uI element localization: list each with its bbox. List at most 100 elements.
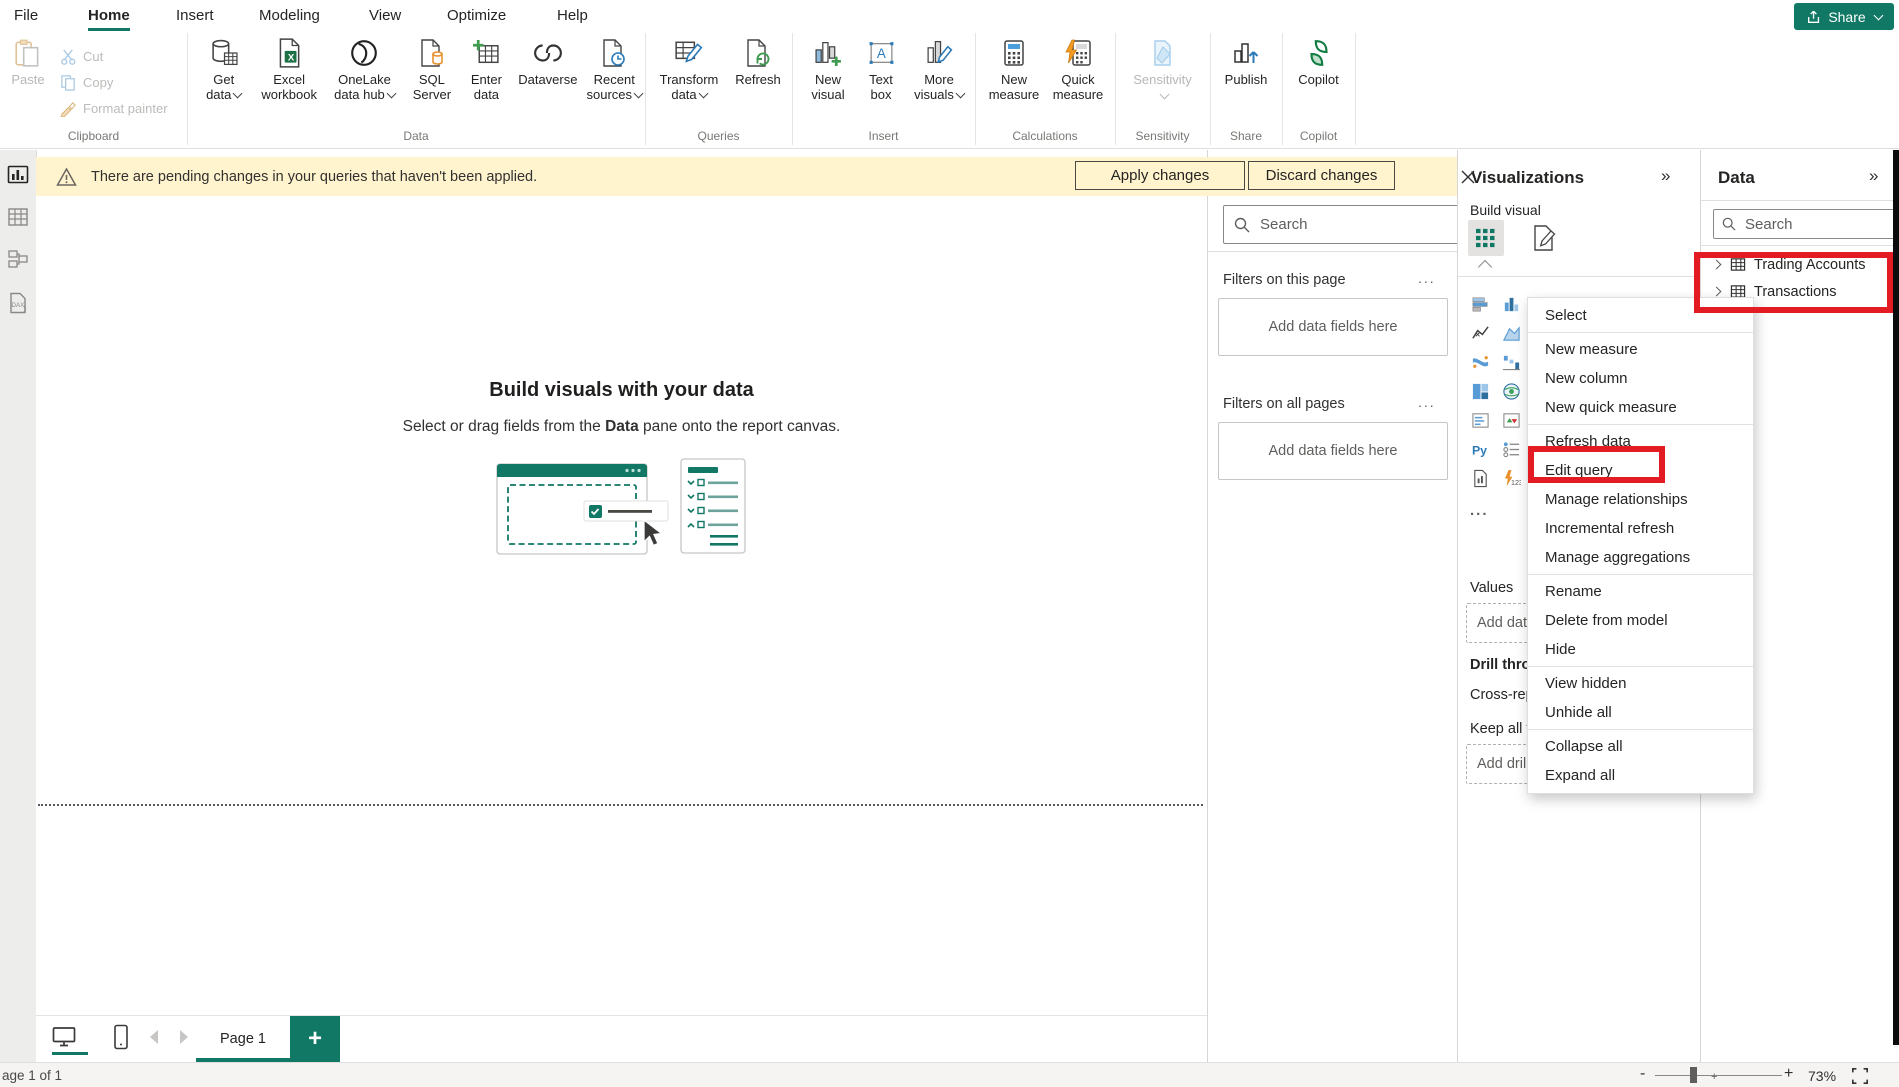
- report-view-icon[interactable]: [7, 164, 29, 186]
- context-menu-item-unhide-all[interactable]: Unhide all: [1528, 698, 1753, 727]
- powerbi-desktop-window: File Home Insert Modeling View Optimize …: [0, 0, 1899, 1087]
- enter-data-label-1: Enter: [471, 72, 502, 87]
- context-menu-item-collapse-all[interactable]: Collapse all: [1528, 732, 1753, 761]
- filters-search-input[interactable]: [1258, 215, 1457, 234]
- quick-measure-button[interactable]: Quick measure: [1045, 33, 1111, 102]
- cut-button[interactable]: Cut: [60, 43, 168, 69]
- chevron-expand-icon[interactable]: [1712, 260, 1722, 270]
- menu-help[interactable]: Help: [557, 7, 588, 24]
- more-options-icon[interactable]: ...: [1418, 270, 1436, 286]
- data-table-row[interactable]: Trading Accounts: [1701, 251, 1894, 278]
- desktop-layout-icon[interactable]: [52, 1026, 76, 1048]
- menu-home[interactable]: Home: [88, 7, 130, 24]
- data-search-input[interactable]: [1743, 215, 1894, 234]
- map-chart-icon[interactable]: [1496, 377, 1527, 406]
- zoom-in-button[interactable]: +: [1784, 1065, 1793, 1083]
- treemap-icon[interactable]: [1465, 377, 1496, 406]
- context-menu-item-new-measure[interactable]: New measure: [1528, 335, 1753, 364]
- table-view-icon[interactable]: [7, 206, 29, 228]
- python-visual-icon[interactable]: Py: [1465, 435, 1496, 464]
- stacked-bar-chart-icon[interactable]: [1465, 290, 1496, 319]
- copy-button[interactable]: Copy: [60, 69, 168, 95]
- banner-message: There are pending changes in your querie…: [91, 169, 537, 185]
- more-visuals-button[interactable]: More visuals: [906, 33, 972, 102]
- svg-text:Py: Py: [1472, 443, 1487, 457]
- context-menu-item-edit-query[interactable]: Edit query: [1528, 456, 1753, 485]
- area-chart-icon[interactable]: [1496, 319, 1527, 348]
- excel-workbook-button[interactable]: X Excel workbook: [252, 33, 325, 102]
- context-menu-item-manage-relationships[interactable]: Manage relationships: [1528, 485, 1753, 514]
- context-menu-item-new-column[interactable]: New column: [1528, 364, 1753, 393]
- ribbon-chart-icon[interactable]: [1465, 348, 1496, 377]
- context-menu-item-hide[interactable]: Hide: [1528, 635, 1753, 664]
- matrix-icon[interactable]: [1465, 406, 1496, 435]
- new-measure-button[interactable]: New measure: [983, 33, 1045, 102]
- discard-changes-button[interactable]: Discard changes: [1248, 161, 1395, 190]
- dax-query-view-icon[interactable]: DAX: [7, 292, 29, 314]
- previous-page-icon[interactable]: [150, 1030, 158, 1044]
- filters-this-page-dropzone[interactable]: Add data fields here: [1218, 298, 1448, 356]
- get-data-button[interactable]: Get data: [195, 33, 252, 102]
- new-visual-button[interactable]: New visual: [800, 33, 856, 102]
- paste-button[interactable]: Paste: [4, 33, 52, 87]
- context-menu-item-rename[interactable]: Rename: [1528, 577, 1753, 606]
- collapse-pane-icon[interactable]: »: [1869, 166, 1876, 186]
- close-banner-icon[interactable]: [1456, 165, 1480, 189]
- tab-build-visual[interactable]: [1468, 220, 1504, 256]
- publish-button[interactable]: Publish: [1210, 33, 1282, 87]
- refresh-label: Refresh: [735, 72, 781, 87]
- tab-format-visual[interactable]: [1530, 224, 1558, 252]
- kpi-icon[interactable]: [1496, 406, 1527, 435]
- menu-optimize[interactable]: Optimize: [447, 7, 506, 24]
- context-menu-item-refresh-data[interactable]: Refresh data: [1528, 427, 1753, 456]
- text-box-button[interactable]: A Text box: [856, 33, 906, 102]
- enter-data-button[interactable]: Enter data: [461, 33, 513, 102]
- context-menu-item-delete-from-model[interactable]: Delete from model: [1528, 606, 1753, 635]
- clustered-column-chart-icon[interactable]: [1496, 290, 1527, 319]
- report-canvas[interactable]: Build visuals with your data Select or d…: [36, 196, 1207, 1015]
- zoom-out-button[interactable]: -: [1640, 1065, 1645, 1083]
- filters-all-pages-dropzone[interactable]: Add data fields here: [1218, 422, 1448, 480]
- svg-text:DAX: DAX: [12, 302, 25, 309]
- zoom-slider-track[interactable]: [1655, 1075, 1782, 1076]
- more-visual-types[interactable]: ...: [1470, 502, 1489, 519]
- slicer-icon[interactable]: [1496, 435, 1527, 464]
- dataverse-button[interactable]: Dataverse: [512, 33, 583, 87]
- data-search-box[interactable]: [1713, 209, 1899, 239]
- mobile-layout-icon[interactable]: [112, 1024, 130, 1050]
- qna-visual-icon[interactable]: 123: [1496, 464, 1527, 493]
- context-menu-item-incremental-refresh[interactable]: Incremental refresh: [1528, 514, 1753, 543]
- filters-search-box[interactable]: [1223, 205, 1468, 244]
- sensitivity-button[interactable]: Sensitivity: [1115, 33, 1210, 100]
- page-tab[interactable]: Page 1: [196, 1016, 290, 1062]
- add-page-button[interactable]: +: [290, 1016, 340, 1062]
- copilot-button[interactable]: Copilot: [1282, 33, 1355, 87]
- waterfall-chart-icon[interactable]: [1496, 348, 1527, 377]
- context-menu-item-new-quick-measure[interactable]: New quick measure: [1528, 393, 1753, 422]
- refresh-button[interactable]: Refresh: [727, 33, 789, 87]
- share-button[interactable]: Share: [1794, 3, 1894, 30]
- transform-data-button[interactable]: Transform data: [651, 33, 727, 102]
- menu-file[interactable]: File: [14, 7, 38, 24]
- chevron-expand-icon[interactable]: [1712, 287, 1722, 297]
- context-menu-item-expand-all[interactable]: Expand all: [1528, 761, 1753, 790]
- onelake-data-hub-button[interactable]: OneLake data hub: [326, 33, 403, 102]
- fit-to-page-icon[interactable]: [1851, 1067, 1869, 1085]
- apply-changes-button[interactable]: Apply changes: [1075, 161, 1245, 190]
- format-painter-button[interactable]: Format painter: [60, 95, 168, 121]
- more-options-icon[interactable]: ...: [1418, 394, 1436, 410]
- next-page-icon[interactable]: [180, 1030, 188, 1044]
- sql-server-button[interactable]: SQL Server: [403, 33, 460, 102]
- menu-insert[interactable]: Insert: [176, 7, 214, 24]
- context-menu-item-select[interactable]: Select: [1528, 301, 1753, 330]
- context-menu-item-view-hidden[interactable]: View hidden: [1528, 669, 1753, 698]
- paginated-report-icon[interactable]: [1465, 464, 1496, 493]
- menu-view[interactable]: View: [369, 7, 401, 24]
- recent-sources-button[interactable]: Recent sources: [584, 33, 645, 102]
- context-menu-item-manage-aggregations[interactable]: Manage aggregations: [1528, 543, 1753, 572]
- model-view-icon[interactable]: [7, 248, 29, 270]
- line-chart-icon[interactable]: [1465, 319, 1496, 348]
- menu-modeling[interactable]: Modeling: [259, 7, 320, 24]
- collapse-pane-icon[interactable]: »: [1661, 166, 1668, 186]
- zoom-slider-handle[interactable]: [1690, 1067, 1697, 1083]
